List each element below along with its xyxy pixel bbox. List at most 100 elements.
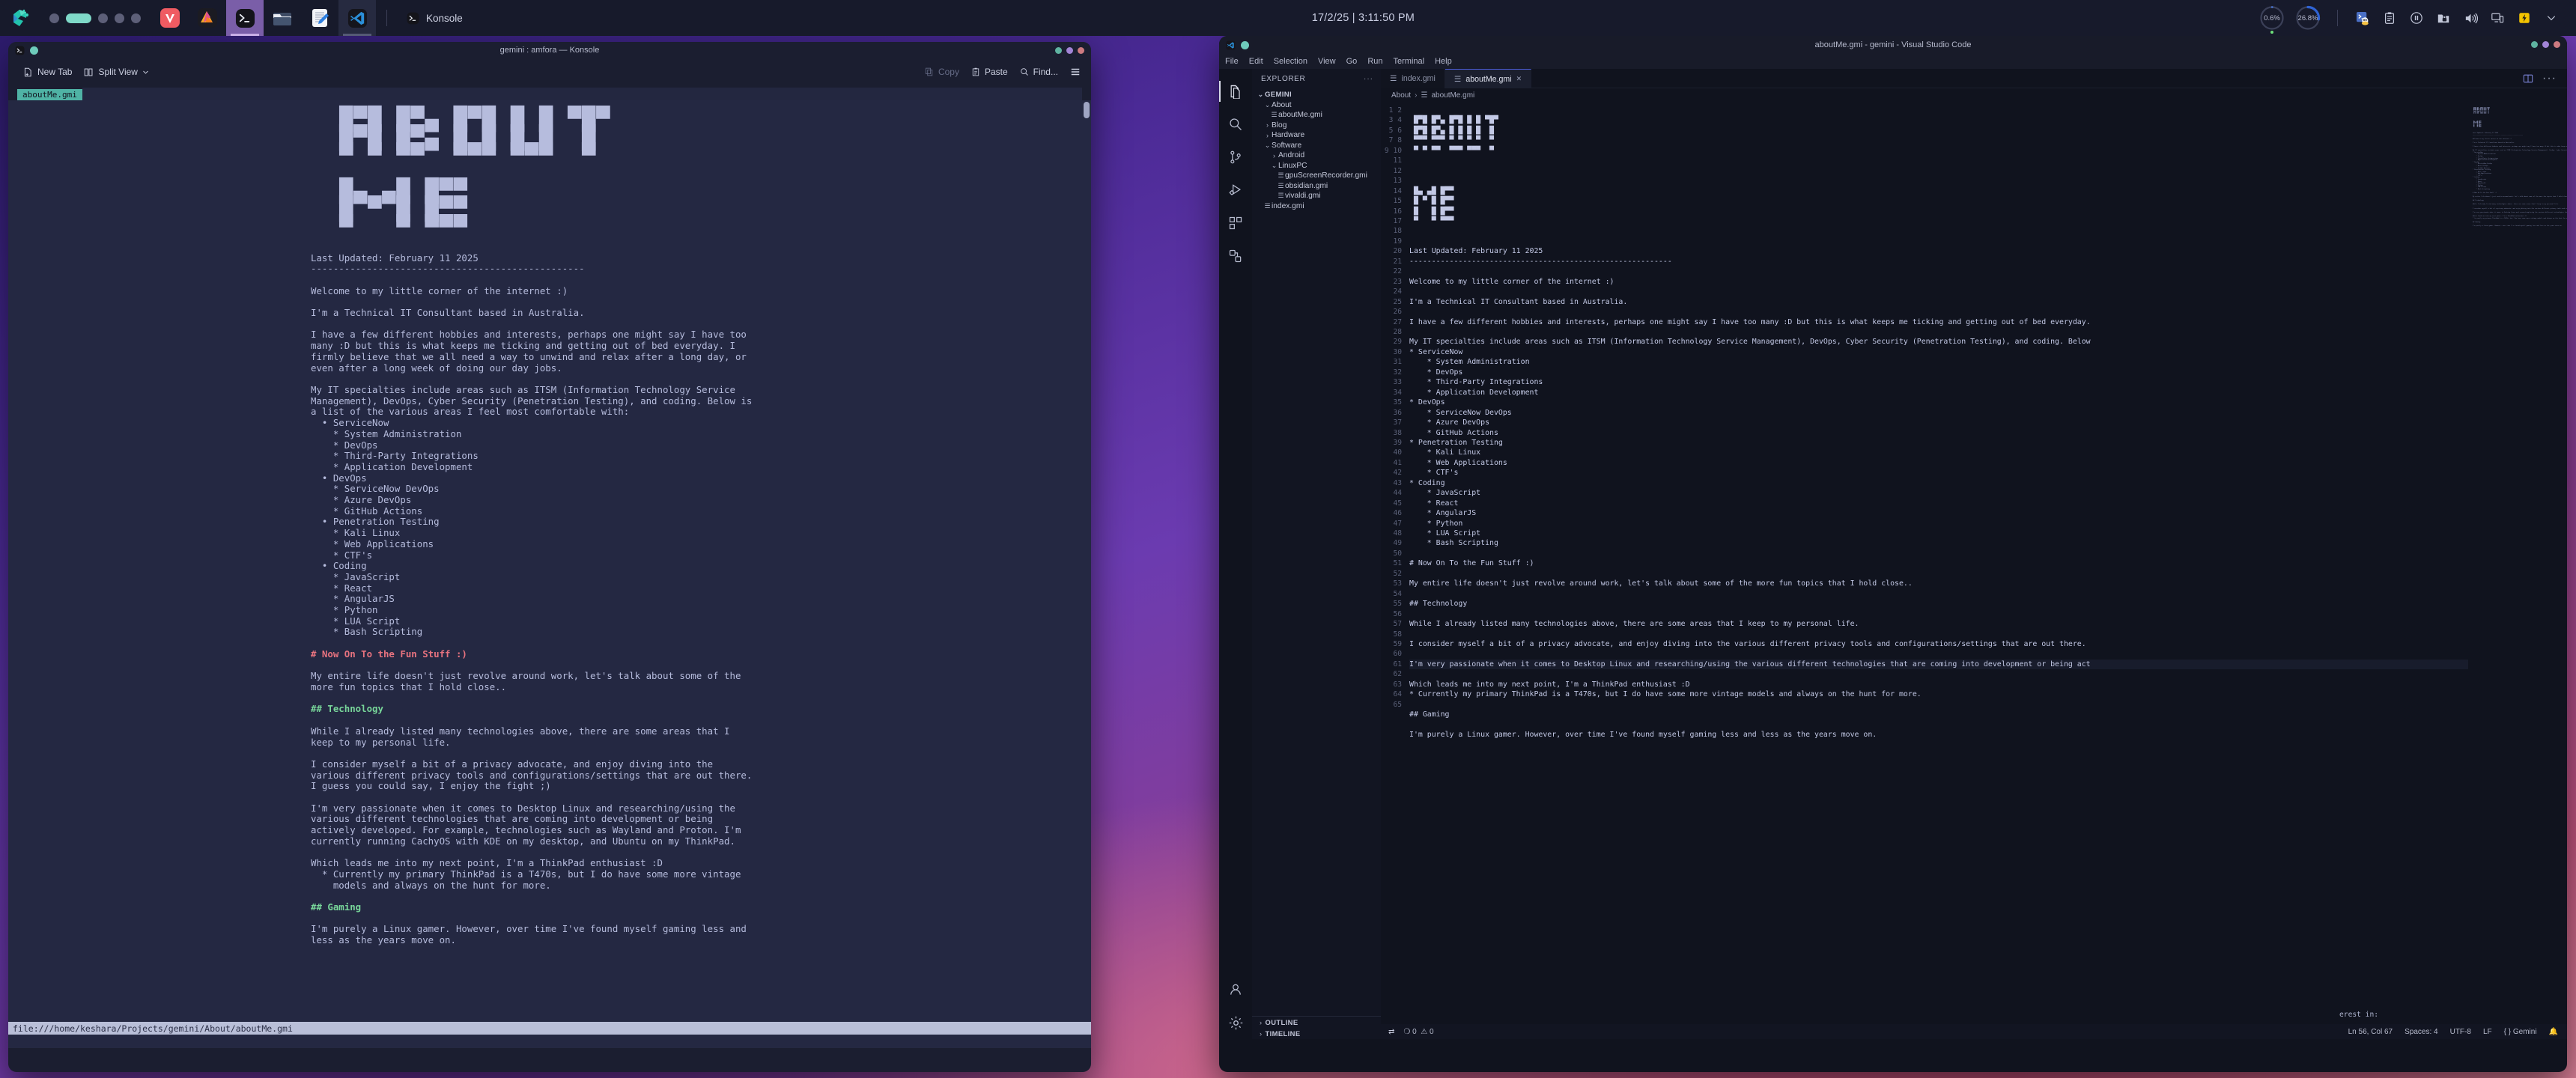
menu-item-selection[interactable]: Selection [1274, 57, 1307, 66]
close-icon[interactable]: ✕ [1516, 75, 1522, 83]
settings-gear-icon[interactable] [1219, 1006, 1252, 1039]
app-launcher-icon[interactable] [0, 0, 42, 36]
tux-terminal-icon[interactable] [2350, 0, 2375, 36]
outline-section[interactable]: › OUTLINE [1252, 1017, 1381, 1028]
memory-gauge[interactable]: 26.8% [2293, 3, 2323, 33]
maximize-button[interactable] [1066, 46, 1073, 54]
konsole-titlebar[interactable]: gemini : amfora — Konsole [8, 42, 1091, 58]
tree-item-linuxpc[interactable]: ⌄ LinuxPC [1252, 161, 1381, 171]
tree-item-about[interactable]: ⌄ About [1252, 100, 1381, 111]
vscode-window-controls[interactable] [2531, 36, 2560, 52]
editor-scrollbar[interactable] [2561, 103, 2567, 1024]
notifications-bell-icon[interactable]: 🔔 [2549, 1028, 2558, 1036]
vscode-window-menu-dot[interactable] [1241, 40, 1249, 49]
chevron-down-icon[interactable] [2539, 0, 2564, 36]
pager-dot-4[interactable] [115, 13, 124, 23]
tree-item-vivaldi-gmi[interactable]: ☰ vivaldi.gmi [1252, 191, 1381, 201]
menu-item-go[interactable]: Go [1346, 57, 1358, 66]
konsole-window-controls[interactable] [1055, 42, 1084, 58]
menu-item-help[interactable]: Help [1435, 57, 1452, 66]
maximize-button[interactable] [2542, 40, 2549, 48]
taskbar-task-konsole[interactable]: Konsole [398, 5, 472, 31]
split-editor-icon[interactable] [2523, 73, 2533, 84]
minimize-button[interactable] [2531, 40, 2538, 48]
display-icon[interactable] [2485, 0, 2510, 36]
battery-icon[interactable] [2512, 0, 2537, 36]
activity-bar[interactable] [1219, 69, 1252, 1039]
menu-item-terminal[interactable]: Terminal [1394, 57, 1425, 66]
code-content[interactable]: █▀█ █▀▄ █▀█ █ █ ▀█▀ █▀█ █▀▄ █ █ █ █ █ ▀▀… [1409, 103, 2468, 1024]
more-actions-icon[interactable]: ··· [1364, 75, 1373, 83]
tree-item-blog[interactable]: › Blog [1252, 121, 1381, 131]
file-tree-items[interactable]: ⌄ About ☰ aboutMe.gmi › Blog › Hardware ⌄ Softwar… [1252, 100, 1381, 212]
paste-button[interactable]: Paste [965, 64, 1014, 80]
pause-icon[interactable] [2404, 0, 2429, 36]
konsole-tab-aboutme[interactable]: aboutMe.gmi [17, 89, 82, 100]
more-actions-icon[interactable]: ··· [2542, 72, 2557, 85]
scrollbar-thumb[interactable] [1084, 102, 1090, 118]
remote-window-icon[interactable]: ⇄ [1388, 1028, 1394, 1036]
menu-item-file[interactable]: File [1225, 57, 1239, 66]
clock[interactable]: 17/2/25 | 3:11:50 PM [1312, 12, 1415, 24]
breadcrumb[interactable]: About › ☰ aboutMe.gmi [1381, 88, 2567, 103]
tree-item-aboutme-gmi[interactable]: ☰ aboutMe.gmi [1252, 110, 1381, 121]
error-count[interactable]: ❍ 0 ⚠ 0 [1403, 1028, 1433, 1036]
taskbar-app-vivaldi[interactable] [151, 0, 189, 36]
taskbar-app-dolphin[interactable] [264, 0, 301, 36]
find-button[interactable]: Find... [1014, 64, 1064, 80]
pager-dot-5[interactable] [131, 13, 141, 23]
close-button[interactable] [1078, 46, 1084, 54]
breadcrumb-folder[interactable]: About [1391, 91, 1411, 100]
minimize-button[interactable] [1055, 46, 1062, 54]
taskbar-app-konsole[interactable] [226, 0, 264, 36]
virtual-desktop-pager[interactable] [42, 13, 151, 23]
editor-tabs[interactable]: ☰ index.gmi ☰ aboutMe.gmi ✕ ··· [1381, 69, 2567, 88]
vscode-menubar[interactable]: File Edit Selection View Go Run Terminal Help [1219, 54, 2567, 69]
code-editor[interactable]: 1 2 3 4 5 6 7 8 9 10 11 12 13 14 15 16 1… [1381, 103, 2567, 1024]
language-mode[interactable]: { } Gemini [2504, 1028, 2537, 1036]
taskbar-app-affinity[interactable] [189, 0, 226, 36]
encoding[interactable]: UTF-8 [2450, 1028, 2471, 1036]
volume-icon[interactable] [2458, 0, 2483, 36]
indentation[interactable]: Spaces: 4 [2405, 1028, 2437, 1036]
breadcrumb-file[interactable]: aboutMe.gmi [1431, 91, 1474, 100]
clipboard-icon[interactable] [2377, 0, 2402, 36]
tree-item-android[interactable]: › Android [1252, 150, 1381, 161]
menu-item-edit[interactable]: Edit [1249, 57, 1263, 66]
search-icon[interactable] [1219, 108, 1252, 141]
timeline-section[interactable]: › TIMELINE [1252, 1028, 1381, 1039]
tree-item-obsidian-gmi[interactable]: ☰ obsidian.gmi [1252, 181, 1381, 192]
konsole-scrollbar[interactable] [1084, 102, 1090, 1018]
cpu-gauge[interactable]: 0.6% [2257, 3, 2287, 34]
tree-item-software[interactable]: ⌄ Software [1252, 141, 1381, 151]
cursor-position[interactable]: Ln 56, Col 67 [2348, 1028, 2393, 1036]
hamburger-menu-icon[interactable] [1064, 64, 1082, 80]
tree-item-hardware[interactable]: › Hardware [1252, 130, 1381, 141]
tab-index-gmi[interactable]: ☰ index.gmi [1381, 69, 1445, 88]
tab-aboutme-gmi[interactable]: ☰ aboutMe.gmi ✕ [1445, 69, 1532, 88]
konsole-window-menu-dot[interactable] [30, 46, 38, 55]
pager-dot-2[interactable] [66, 13, 91, 23]
split-view-button[interactable]: Split View [78, 64, 154, 80]
tree-item-gpuscreenrecorder-gmi[interactable]: ☰ gpuScreenRecorder.gmi [1252, 171, 1381, 181]
tree-root-gemini[interactable]: ⌄ GEMINI [1252, 90, 1381, 100]
vscode-titlebar[interactable]: aboutMe.gmi - gemini - Visual Studio Cod… [1219, 36, 2567, 54]
lock-folder-icon[interactable] [2431, 0, 2456, 36]
konsole-terminal-view[interactable]: █▀█ █▀▄ █▀█ █ █ ▀█▀ █▀█ █▀▄ █ █ █ █ █ ▀ … [8, 100, 1091, 1048]
new-tab-button[interactable]: New Tab [17, 64, 78, 80]
minimap[interactable]: █▀█ █▀▄ █▀█ █ █ ▀█▀ █▀█ █▀▄ █ █ █ █ █ ▀▀… [2468, 103, 2567, 1024]
pager-dot-3[interactable] [98, 13, 108, 23]
taskbar-app-text-editor[interactable] [301, 0, 338, 36]
file-tree[interactable]: ⌄ GEMINI ⌄ About ☰ aboutMe.gmi › Blog › Hardwar… [1252, 88, 1381, 1016]
copy-button[interactable]: Copy [919, 64, 965, 80]
pager-dot-1[interactable] [49, 13, 59, 23]
remote-explorer-icon[interactable] [1219, 240, 1252, 272]
explorer-icon[interactable] [1219, 75, 1252, 108]
konsole-tabbar[interactable]: aboutMe.gmi [17, 85, 1082, 100]
line-endings[interactable]: LF [2483, 1028, 2492, 1036]
menu-item-view[interactable]: View [1318, 57, 1336, 66]
source-control-icon[interactable] [1219, 141, 1252, 174]
run-debug-icon[interactable] [1219, 174, 1252, 207]
close-button[interactable] [2554, 40, 2560, 48]
extensions-icon[interactable] [1219, 207, 1252, 240]
